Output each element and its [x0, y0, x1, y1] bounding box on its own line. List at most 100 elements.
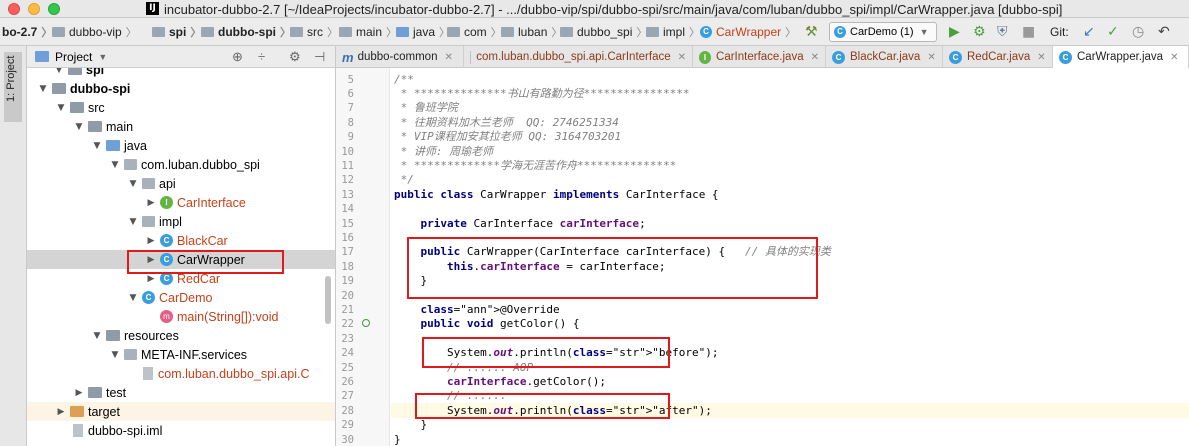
revert-icon[interactable]: ↶	[1158, 24, 1170, 40]
tab-carwrapper-java[interactable]: C CarWrapper.java ✕	[1053, 46, 1189, 68]
close-icon[interactable]: ✕	[1170, 52, 1178, 63]
class-icon: C	[142, 291, 155, 304]
build-icon[interactable]: ⚒	[805, 24, 818, 40]
expand-arrow-icon[interactable]: ▼	[55, 103, 67, 113]
code-line[interactable]: }	[394, 418, 427, 432]
breadcrumb-item[interactable]: src 〉	[290, 24, 338, 40]
close-icon[interactable]: ✕	[678, 52, 686, 63]
locate-icon[interactable]: ⊕	[232, 49, 243, 65]
expand-arrow-icon[interactable]: ▼	[73, 122, 85, 132]
code-line[interactable]: * 讲师: 周瑜老师	[394, 145, 494, 159]
collapse-all-icon[interactable]: ÷	[258, 49, 265, 64]
code-line[interactable]: * 鲁班学院	[394, 101, 458, 115]
breadcrumb-item[interactable]: impl 〉	[646, 24, 700, 40]
hide-panel-icon[interactable]: ⊣	[314, 49, 325, 65]
run-configuration-select[interactable]: C CarDemo (1) ▼	[829, 22, 937, 42]
override-marker-icon[interactable]	[362, 319, 370, 327]
tree-node-api[interactable]: ▼ api	[27, 174, 335, 193]
tree-node-resources[interactable]: ▼ resources	[27, 326, 335, 345]
close-window-button[interactable]	[8, 3, 20, 15]
expand-arrow-icon[interactable]: ▼	[109, 160, 121, 170]
minimize-window-button[interactable]	[28, 3, 40, 15]
history-icon[interactable]: ◷	[1132, 24, 1144, 40]
interface-icon: I	[699, 50, 712, 64]
chevron-down-icon[interactable]: ▼	[98, 52, 107, 62]
code-line[interactable]: public void getColor() {	[394, 317, 580, 331]
breadcrumb-item[interactable]: main 〉	[339, 24, 397, 40]
tree-node-impl[interactable]: ▼ impl	[27, 212, 335, 231]
tree-node-test[interactable]: ▶ test	[27, 383, 335, 402]
highlight-box	[407, 237, 818, 299]
expand-arrow-icon[interactable]: ▼	[109, 350, 121, 360]
breadcrumb-item[interactable]: dubbo-vip 〉	[52, 24, 137, 40]
expand-arrow-icon[interactable]: ▼	[127, 293, 139, 303]
collapse-arrow-icon[interactable]: ▶	[145, 198, 157, 208]
collapse-arrow-icon[interactable]: ▶	[145, 236, 157, 246]
tree-node-src[interactable]: ▼ src	[27, 98, 335, 117]
tree-node-java[interactable]: ▼ java	[27, 136, 335, 155]
project-view-selector[interactable]: Project	[55, 50, 92, 64]
code-line[interactable]: * VIP课程加安其拉老师 QQ: 3164703201	[394, 130, 621, 144]
close-icon[interactable]: ✕	[444, 52, 452, 63]
close-icon[interactable]: ✕	[927, 52, 935, 63]
tree-node-dubbo-spi[interactable]: ▼ dubbo-spi	[27, 79, 335, 98]
stop-icon[interactable]: ■	[1022, 24, 1035, 40]
code-line[interactable]: public class CarWrapper implements CarIn…	[394, 188, 719, 202]
tab-blackcar-java[interactable]: C BlackCar.java ✕	[826, 46, 943, 68]
code-line[interactable]: * **************书山有路勤为径****************	[394, 87, 690, 101]
breadcrumb-item[interactable]: C CarWrapper 〉	[700, 24, 796, 40]
tree-node-meta-inf[interactable]: ▼ META-INF.services	[27, 345, 335, 364]
code-line[interactable]: * 往期资料加木兰老师 QQ: 2746251334	[394, 116, 619, 130]
tab-carinterface-services[interactable]: com.luban.dubbo_spi.api.CarInterface ✕	[464, 46, 693, 68]
project-tool-window-label: 1: Project	[5, 55, 17, 102]
code-line[interactable]: carInterface.getColor();	[394, 375, 606, 389]
code-line[interactable]: * *************学海无涯苦作舟***************	[394, 159, 677, 173]
expand-arrow-icon[interactable]: ▼	[53, 68, 65, 75]
code-line[interactable]: private CarInterface carInterface;	[394, 217, 646, 231]
tree-node-main-method[interactable]: m main(String[]):void	[27, 307, 335, 326]
debug-icon[interactable]: ⚙	[973, 24, 986, 40]
code-line[interactable]: /**	[394, 73, 414, 87]
collapse-arrow-icon[interactable]: ▶	[73, 388, 85, 398]
close-icon[interactable]: ✕	[811, 52, 819, 63]
breadcrumb-item[interactable]: spi 〉	[152, 24, 201, 40]
tab-dubbo-common[interactable]: m dubbo-common ✕	[336, 46, 464, 68]
tree-node-cardemo[interactable]: ▼ C CarDemo	[27, 288, 335, 307]
tab-redcar-java[interactable]: C RedCar.java ✕	[943, 46, 1053, 68]
breadcrumb-item[interactable]: bo-2.7 〉	[2, 24, 52, 40]
tree-node-package[interactable]: ▼ com.luban.dubbo_spi	[27, 155, 335, 174]
tree-node-main[interactable]: ▼ main	[27, 117, 335, 136]
collapse-arrow-icon[interactable]: ▶	[55, 407, 67, 417]
expand-arrow-icon[interactable]: ▼	[127, 217, 139, 227]
coverage-icon[interactable]: ⛨	[997, 24, 1008, 40]
code-line[interactable]: */	[394, 173, 414, 187]
vcs-commit-icon[interactable]: ✓	[1107, 24, 1119, 40]
breadcrumb-item[interactable]: dubbo-spi 〉	[201, 24, 291, 40]
breadcrumb-item[interactable]: java 〉	[396, 24, 450, 40]
tree-node-services-file[interactable]: com.luban.dubbo_spi.api.C	[27, 364, 335, 383]
expand-arrow-icon[interactable]: ▼	[127, 179, 139, 189]
tab-carinterface-java[interactable]: I CarInterface.java ✕	[693, 46, 826, 68]
tree-node-target[interactable]: ▶ target	[27, 402, 335, 421]
folder-icon	[501, 27, 514, 37]
code-line[interactable]: class="ann">@Override	[394, 303, 560, 317]
zoom-window-button[interactable]	[48, 3, 60, 15]
breadcrumb-item[interactable]: luban 〉	[501, 24, 562, 40]
vcs-update-icon[interactable]: ↙	[1083, 24, 1095, 40]
gear-icon[interactable]: ⚙	[289, 49, 301, 65]
class-icon: C	[949, 50, 962, 64]
expand-arrow-icon[interactable]: ▼	[91, 141, 103, 151]
run-icon[interactable]: ▶	[949, 24, 960, 40]
tree-node-spi[interactable]: ▼ spi	[27, 68, 335, 79]
breadcrumb-item[interactable]: com 〉	[447, 24, 502, 40]
close-icon[interactable]: ✕	[1037, 52, 1045, 63]
collapse-arrow-icon[interactable]: ▶	[145, 274, 157, 284]
tree-node-carinterface[interactable]: ▶ I CarInterface	[27, 193, 335, 212]
code-line[interactable]: }	[394, 433, 401, 446]
project-scrollbar[interactable]	[325, 276, 331, 324]
expand-arrow-icon[interactable]: ▼	[37, 84, 49, 94]
tree-node-iml[interactable]: dubbo-spi.iml	[27, 421, 335, 440]
expand-arrow-icon[interactable]: ▼	[91, 331, 103, 341]
tree-node-blackcar[interactable]: ▶ C BlackCar	[27, 231, 335, 250]
breadcrumb-item[interactable]: dubbo_spi 〉	[560, 24, 647, 40]
